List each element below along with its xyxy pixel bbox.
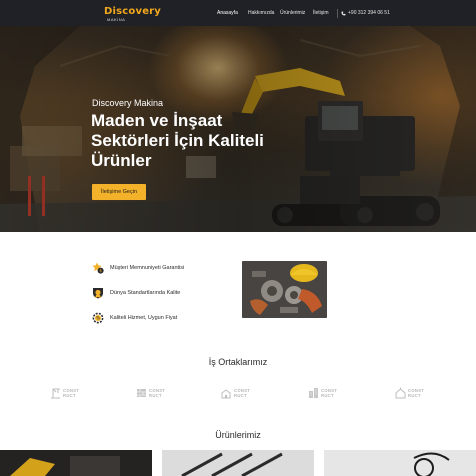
feature-label: Müşteri Memnuniyeti Garantisi [110,265,185,271]
nav-link-hakkimizda[interactable]: Hakkımızda [248,10,274,16]
products-title: Ürünlerimiz [215,430,261,440]
feature-image [242,261,327,318]
partner-name-line2: RUCT [63,393,76,398]
partner-name-line2: RUCT [321,393,334,398]
partners-title: İş Ortaklarımız [208,357,268,367]
phone-number: +90 312 394 06 51 [348,10,390,16]
product-image [162,450,314,476]
top-navbar: Discovery MAKİNA Anasayfa Hakkımızda Ürü… [0,0,476,26]
logo-text: Discovery [104,6,162,17]
product-card[interactable] [162,450,314,476]
partner-logo[interactable]: CONST RUCT [221,384,255,402]
product-image [324,450,476,476]
partner-logo[interactable]: CONST RUCT [136,384,170,402]
house-outline-icon [395,387,406,399]
building-icon [309,388,318,398]
crane-icon [51,388,60,399]
product-card[interactable] [324,450,476,476]
contact-button[interactable]: İletişime Geçin [92,184,146,200]
nav-link-anasayfa[interactable]: Anasayfa [217,10,238,16]
partner-name-line2: RUCT [234,393,247,398]
hero-title: Maden ve İnşaat Sektörleri İçin Kaliteli… [91,111,264,170]
feature-label: Kaliteli Hizmet, Uygun Fiyat [110,315,178,321]
product-image [0,450,152,476]
nav-link-urunlerimiz[interactable]: Ürünlerimiz [280,10,305,16]
partner-logo[interactable]: CONST RUCT [395,384,429,402]
svg-text:%: % [96,316,100,321]
star-coin-icon: $ [92,262,104,274]
partner-logo[interactable]: CONST RUCT [308,384,342,402]
partner-name-line2: RUCT [408,393,421,398]
partner-name-line2: RUCT [149,393,162,398]
hero-kicker: Discovery Makina [92,98,164,108]
phone-link[interactable]: +90 312 394 06 51 [341,10,390,16]
logo-subtext: MAKİNA [107,17,126,22]
feature-item: Dünya Standartlarında Kalite [92,286,180,300]
nav-divider [337,9,338,18]
nav-link-iletisim[interactable]: İletişim [313,10,329,16]
workshop-photo [242,261,327,318]
hero-banner: Discovery Makina Maden ve İnşaat Sektörl… [0,26,476,232]
feature-item: % Kaliteli Hizmet, Uygun Fiyat [92,311,177,325]
product-card[interactable] [0,450,152,476]
feature-label: Dünya Standartlarında Kalite [110,290,181,296]
phone-icon [341,11,346,15]
house-crane-icon [221,389,231,399]
gear-percent-icon: % [92,312,104,324]
site-logo[interactable]: Discovery MAKİNA [104,6,161,22]
brick-icon [137,389,146,397]
partner-logo[interactable]: CONST RUCT [50,384,84,402]
medal-badge-icon [93,288,103,299]
feature-item: $ Müşteri Memnuniyeti Garantisi [92,261,184,275]
